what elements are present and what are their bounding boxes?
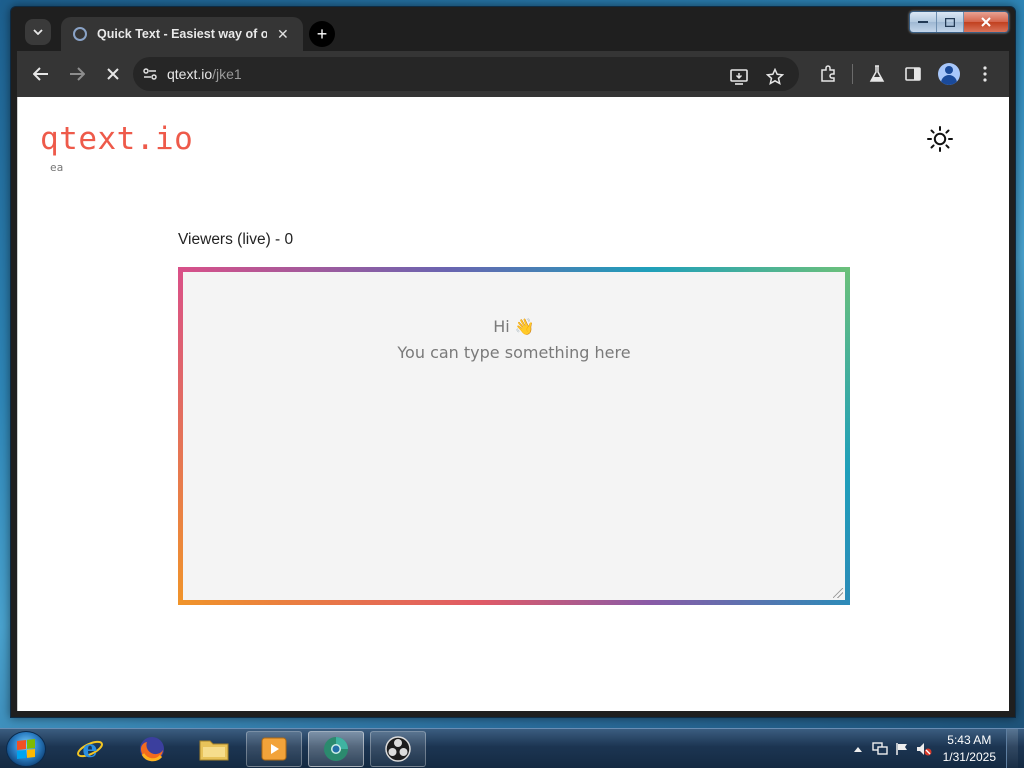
editor-placeholder-greeting: Hi 👋 bbox=[493, 317, 535, 336]
forward-button[interactable] bbox=[59, 56, 95, 92]
internet-explorer-icon[interactable]: e bbox=[62, 731, 118, 767]
show-hidden-icons-button[interactable] bbox=[847, 738, 869, 760]
site-settings-icon[interactable] bbox=[133, 68, 167, 80]
bookmark-star-icon[interactable] bbox=[757, 59, 793, 95]
tab-title: Quick Text - Easiest way of onl bbox=[97, 27, 267, 41]
chevron-down-icon bbox=[33, 29, 43, 35]
firefox-icon[interactable] bbox=[124, 731, 180, 767]
tab-quick-text[interactable]: Quick Text - Easiest way of onl ✕ bbox=[61, 17, 303, 51]
resize-handle[interactable] bbox=[833, 588, 843, 598]
clock-date: 1/31/2025 bbox=[942, 750, 996, 764]
side-panel-icon[interactable] bbox=[895, 56, 931, 92]
volume-muted-icon[interactable] bbox=[913, 738, 935, 760]
arrow-left-icon bbox=[33, 67, 48, 81]
address-bar[interactable]: qtext.io/jke1 bbox=[133, 57, 799, 91]
viewers-count: Viewers (live) - 0 bbox=[178, 231, 294, 248]
toolbar-separator bbox=[852, 64, 853, 84]
show-desktop-button[interactable] bbox=[1006, 729, 1018, 768]
editor-placeholder-hint: You can type something here bbox=[397, 343, 631, 362]
install-app-icon[interactable] bbox=[721, 59, 757, 95]
stop-loading-button[interactable] bbox=[95, 56, 131, 92]
new-tab-button[interactable]: + bbox=[309, 21, 335, 47]
avatar bbox=[938, 63, 960, 85]
close-icon bbox=[107, 68, 119, 80]
chrome-icon[interactable] bbox=[308, 731, 364, 767]
chevron-up-icon bbox=[853, 747, 862, 752]
web-page: qtext.io ea Viewers (live) - 0 Hi 👋 You … bbox=[17, 97, 1009, 711]
browser-toolbar: qtext.io/jke1 bbox=[17, 51, 1009, 97]
kebab-menu-icon bbox=[983, 66, 987, 82]
browser-window: Quick Text - Easiest way of onl ✕ + qtex… bbox=[10, 6, 1016, 718]
url-path: /jke1 bbox=[212, 66, 242, 82]
arrow-right-icon bbox=[70, 67, 85, 81]
svg-text:e: e bbox=[82, 734, 97, 763]
network-icon[interactable] bbox=[869, 738, 891, 760]
browser-menu-button[interactable] bbox=[967, 56, 1003, 92]
window-controls bbox=[909, 11, 1009, 33]
url-domain: qtext.io bbox=[167, 66, 213, 82]
site-logo[interactable]: qtext.io bbox=[40, 121, 193, 157]
profile-button[interactable] bbox=[931, 56, 967, 92]
logo-subtext: ea bbox=[50, 161, 64, 174]
system-clock[interactable]: 5:43 AM 1/31/2025 bbox=[943, 732, 996, 766]
action-center-flag-icon[interactable] bbox=[891, 738, 913, 760]
obs-icon[interactable] bbox=[370, 731, 426, 767]
system-tray: 5:43 AM 1/31/2025 bbox=[847, 729, 1018, 768]
url-text: qtext.io/jke1 bbox=[167, 66, 242, 82]
sun-icon bbox=[927, 126, 953, 152]
extensions-icon[interactable] bbox=[810, 56, 846, 92]
close-tab-icon[interactable]: ✕ bbox=[277, 26, 289, 43]
media-player-icon[interactable] bbox=[246, 731, 302, 767]
windows-logo-icon bbox=[17, 739, 35, 759]
labs-flask-icon[interactable] bbox=[859, 56, 895, 92]
maximize-button[interactable] bbox=[937, 12, 964, 32]
windows-taskbar: e 5:43 AM 1/31/2025 bbox=[0, 728, 1024, 768]
close-window-button[interactable] bbox=[964, 12, 1008, 32]
minimize-button[interactable] bbox=[910, 12, 937, 32]
editor-border: Hi 👋 You can type something here bbox=[178, 267, 850, 605]
text-editor[interactable]: Hi 👋 You can type something here bbox=[183, 272, 845, 600]
start-button[interactable] bbox=[6, 731, 46, 767]
site-favicon-icon bbox=[73, 27, 87, 41]
file-explorer-icon[interactable] bbox=[186, 731, 242, 767]
tab-search-button[interactable] bbox=[25, 19, 51, 45]
clock-time: 5:43 AM bbox=[947, 733, 992, 747]
tab-strip: Quick Text - Easiest way of onl ✕ + bbox=[17, 15, 897, 51]
back-button[interactable] bbox=[23, 56, 59, 92]
theme-toggle-button[interactable] bbox=[926, 125, 954, 153]
